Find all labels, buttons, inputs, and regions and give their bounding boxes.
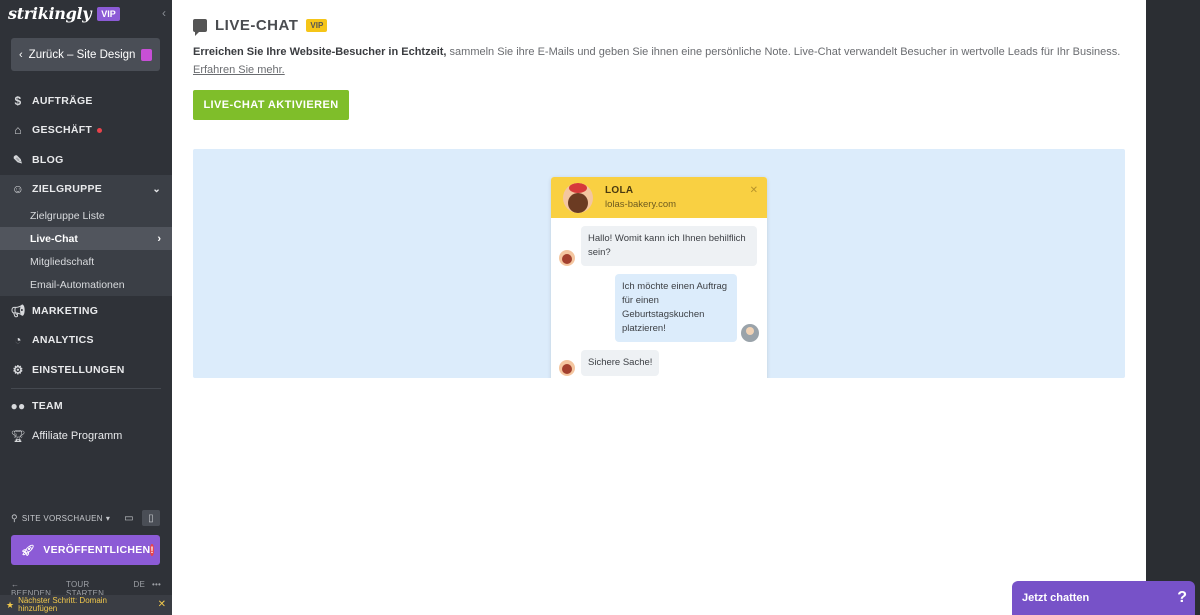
sidebar-item-store[interactable]: ⌂ GESCHÄFT — [0, 116, 172, 146]
sidebar-item-settings[interactable]: ⚙ EINSTELLUNGEN — [0, 355, 172, 385]
vip-badge: VIP — [306, 19, 328, 32]
sidebar-item-audience[interactable]: ☺ ZIELGRUPPE ⌄ — [0, 174, 172, 204]
agent-site: lolas-bakery.com — [605, 199, 677, 210]
sidebar-subitem-label: Zielgruppe Liste — [30, 209, 105, 222]
sidebar-item-label: EINSTELLUNGEN — [32, 363, 125, 376]
sidebar-item-affiliate[interactable]: 🏆︎ Affiliate Programm — [0, 421, 172, 451]
right-panel-background — [1146, 0, 1200, 615]
sidebar-item-team[interactable]: ●● TEAM — [0, 392, 172, 422]
pie-chart-icon: ◔ — [14, 333, 22, 348]
chevron-down-icon: ⌄ — [152, 183, 161, 195]
sidebar: strikingly VIP ‹ ‹ Zurück – Site Design … — [0, 0, 172, 615]
agent-avatar — [563, 182, 593, 213]
dollar-icon: $ — [14, 93, 22, 108]
chat-message: Ich möchte einen Auftrag für einen Gebur… — [559, 274, 759, 342]
device-toggle: ▭ ▯ — [120, 510, 160, 526]
message-bubble: Hallo! Womit kann ich Ihnen behilflich s… — [581, 226, 757, 266]
sidebar-subitem-live-chat[interactable]: Live-Chat › — [0, 227, 172, 250]
description-bold: Erreichen Sie Ihre Website-Besucher in E… — [193, 46, 447, 58]
page-header: LIVE-CHAT VIP — [193, 17, 328, 36]
help-icon: ? — [1177, 589, 1187, 606]
agent-name: LOLA — [605, 185, 634, 196]
trophy-icon: 🏆︎ — [10, 428, 26, 443]
page-description: Erreichen Sie Ihre Website-Besucher in E… — [193, 43, 1123, 79]
chat-widget-preview: LOLA lolas-bakery.com ✕ Hallo! Womit kan… — [551, 177, 767, 378]
gear-icon: ⚙ — [12, 362, 24, 377]
arrow-left-icon: ← — [11, 580, 20, 589]
publish-label: VERÖFFENTLICHEN — [43, 544, 151, 556]
strikingly-logo: strikingly — [8, 4, 92, 23]
search-icon: ⚲ — [11, 512, 18, 523]
close-icon[interactable]: ✕ — [158, 600, 166, 610]
sidebar-subitem-label: Live-Chat — [30, 232, 78, 245]
message-bubble: Ich möchte einen Auftrag für einen Gebur… — [615, 274, 737, 342]
sidebar-subitem-audience-list[interactable]: Zielgruppe Liste — [0, 204, 172, 227]
desktop-icon[interactable]: ▭ — [120, 510, 138, 526]
chat-messages: Hallo! Womit kann ich Ihnen behilflich s… — [551, 218, 767, 378]
chevron-left-icon: ‹ — [19, 48, 23, 61]
chat-message: Sichere Sache! — [559, 350, 759, 376]
sidebar-item-label: MARKETING — [32, 304, 99, 317]
activate-live-chat-button[interactable]: LIVE-CHAT AKTIVIEREN — [193, 90, 349, 120]
people-icon: ☺ — [11, 182, 25, 197]
collapse-sidebar-icon[interactable]: ‹ — [162, 6, 166, 20]
agent-avatar-small — [559, 360, 575, 376]
store-icon: ⌂ — [14, 123, 22, 138]
sidebar-item-label: ZIELGRUPPE — [32, 183, 103, 196]
sidebar-item-label: AUFTRÄGE — [32, 94, 93, 107]
rocket-icon: 🚀︎ — [21, 544, 36, 557]
next-step-text: Nächster Schritt: Domain hinzufügen — [18, 596, 107, 613]
pen-icon: ✎ — [12, 152, 24, 167]
team-avatars-icon: ●● — [10, 399, 26, 414]
sidebar-item-orders[interactable]: $ AUFTRÄGE — [0, 86, 172, 116]
sidebar-subitem-membership[interactable]: Mitgliedschaft — [0, 250, 172, 273]
publish-button[interactable]: 🚀︎ VERÖFFENTLICHEN ! — [11, 535, 160, 565]
agent-avatar-small — [559, 250, 575, 266]
sidebar-divider — [11, 387, 161, 389]
chat-message: Hallo! Womit kann ich Ihnen behilflich s… — [559, 226, 759, 266]
sidebar-item-label: BLOG — [32, 153, 64, 166]
agent-info: LOLA lolas-bakery.com — [605, 185, 676, 210]
sidebar-item-label: TEAM — [32, 400, 63, 413]
caret-down-icon: ▾ — [105, 513, 111, 523]
page-title: LIVE-CHAT — [215, 17, 299, 34]
sidebar-item-label: ANALYTICS — [32, 334, 94, 347]
megaphone-icon: 📢︎ — [10, 303, 26, 318]
sidebar-subitem-email-automation[interactable]: Email-Automationen — [0, 273, 172, 296]
sidebar-nav: $ AUFTRÄGE ⌂ GESCHÄFT ✎ BLOG ☺ ZIELGRUPP… — [0, 86, 172, 451]
next-step-banner[interactable]: ★ Nächster Schritt: Domain hinzufügen ✕ — [0, 595, 172, 615]
chat-now-label: Jetzt chatten — [1022, 592, 1090, 604]
sidebar-item-analytics[interactable]: ◔ ANALYTICS — [0, 326, 172, 356]
site-design-icon — [141, 48, 152, 61]
brand[interactable]: strikingly VIP — [8, 4, 120, 23]
sidebar-item-label: Affiliate Programm — [32, 429, 123, 442]
sidebar-item-marketing[interactable]: 📢︎ MARKETING — [0, 296, 172, 326]
back-button-label: Zurück – Site Design — [28, 48, 136, 61]
main-content: LIVE-CHAT VIP Erreichen Sie Ihre Website… — [172, 0, 1146, 615]
warning-icon: ! — [150, 544, 154, 556]
sidebar-subitem-label: Email-Automationen — [30, 278, 125, 291]
live-chat-preview: LOLA lolas-bakery.com ✕ Hallo! Womit kan… — [193, 149, 1125, 378]
audience-submenu: Zielgruppe Liste Live-Chat › Mitgliedsch… — [0, 204, 172, 296]
chat-widget-header: LOLA lolas-bakery.com ✕ — [551, 177, 767, 218]
description-text: sammeln Sie ihre E-Mails und geben Sie i… — [446, 46, 1121, 58]
message-bubble: Sichere Sache! — [581, 350, 660, 376]
chevron-right-icon: › — [157, 232, 161, 245]
sidebar-subitem-label: Mitgliedschaft — [30, 255, 95, 268]
sidebar-item-label: GESCHÄFT — [32, 124, 93, 137]
learn-more-link[interactable]: Erfahren Sie mehr. — [193, 64, 285, 76]
back-to-site-design-button[interactable]: ‹ Zurück – Site Design — [11, 38, 160, 71]
notification-dot — [97, 127, 103, 133]
mobile-icon[interactable]: ▯ — [142, 510, 160, 526]
site-preview-row: ⚲ SITE VORSCHAUEN ▾ ▭ ▯ — [11, 510, 160, 526]
chat-bubble-icon — [193, 19, 207, 36]
guest-avatar — [741, 324, 759, 342]
vip-badge: VIP — [97, 6, 120, 21]
site-preview-dropdown[interactable]: SITE VORSCHAUEN — [22, 514, 103, 523]
sidebar-item-blog[interactable]: ✎ BLOG — [0, 145, 172, 175]
star-icon: ★ — [6, 600, 15, 610]
chat-now-button[interactable]: Jetzt chatten ? — [1012, 581, 1195, 615]
close-icon: ✕ — [749, 185, 758, 196]
